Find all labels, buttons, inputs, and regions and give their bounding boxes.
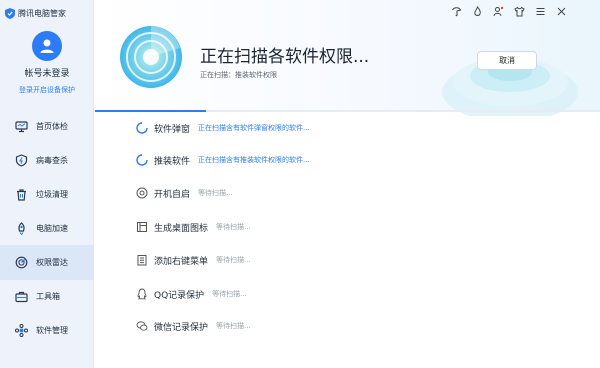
task-name: 软件弹窗 (154, 124, 191, 135)
scan-progress-track (95, 110, 600, 112)
sidebar-item-label: 权限雷达 (36, 258, 68, 267)
scan-progress-fill (95, 110, 207, 112)
context-menu-icon (135, 254, 148, 267)
apps-icon (15, 324, 28, 337)
menu-icon[interactable] (535, 6, 546, 17)
desktop-icon (135, 221, 148, 234)
shield-logo-icon (5, 8, 15, 19)
user-settings-icon[interactable] (493, 6, 504, 17)
window-controls (451, 6, 567, 17)
spinner-icon (135, 122, 148, 135)
trash-icon (15, 188, 28, 201)
toolbox-icon (15, 290, 28, 303)
sidebar-item-label: 工具箱 (36, 292, 60, 301)
task-name: 推装软件 (154, 156, 191, 167)
task-name: 微信记录保护 (154, 322, 209, 333)
task-row-desktop-icon: 生成桌面图标 等待扫描... (135, 219, 251, 235)
task-row-context-menu: 添加右键菜单 等待扫描... (135, 252, 251, 268)
sidebar-item-home-checkup[interactable]: 首页体检 (0, 109, 94, 144)
task-status: 等待扫描... (198, 189, 233, 197)
sidebar: 腾讯电脑管家 帐号未登录 登录开启设备保护 首页体检 病毒查杀 垃圾清理 电脑加… (0, 0, 94, 368)
user-icon (40, 39, 54, 53)
scan-header: 正在扫描各软件权限... 正在扫描：推装软件权限 取消 (95, 0, 600, 116)
sidebar-item-virus-scan[interactable]: 病毒查杀 (0, 143, 94, 178)
sidebar-item-label: 垃圾清理 (36, 190, 68, 199)
sidebar-item-junk-clean[interactable]: 垃圾清理 (0, 177, 94, 212)
shield-bolt-icon (15, 154, 28, 167)
main-panel: 正在扫描各软件权限... 正在扫描：推装软件权限 取消 软件弹窗 正在扫描含有软… (95, 0, 600, 368)
spinner-icon (135, 154, 148, 167)
sidebar-item-speed-up[interactable]: 电脑加速 (0, 211, 94, 246)
task-status: 等待扫描... (216, 256, 251, 264)
close-icon[interactable] (556, 6, 567, 17)
task-name: QQ记录保护 (154, 290, 205, 301)
task-name: 添加右键菜单 (154, 256, 209, 267)
wechat-icon (135, 320, 148, 333)
sidebar-item-label: 病毒查杀 (36, 156, 68, 165)
login-link[interactable]: 登录开启设备保护 (0, 85, 94, 95)
skin-icon[interactable] (451, 6, 462, 17)
task-status: 等待扫描... (216, 223, 251, 231)
task-row-popup: 软件弹窗 正在扫描含有软件弹窗权限的软件... (135, 120, 310, 136)
task-row-bundle-install: 推装软件 正在扫描含有推装软件权限的软件... (135, 152, 310, 168)
account-status: 帐号未登录 (24, 69, 70, 79)
task-name: 生成桌面图标 (154, 223, 209, 234)
brand: 腾讯电脑管家 (5, 8, 66, 19)
task-status: 正在扫描含有软件弹窗权限的软件... (198, 124, 310, 132)
avatar[interactable] (32, 31, 62, 61)
sidebar-item-toolbox[interactable]: 工具箱 (0, 279, 94, 314)
power-icon (135, 187, 148, 200)
app-name: 腾讯电脑管家 (18, 9, 66, 18)
task-status: 等待扫描... (216, 322, 251, 330)
qq-icon (135, 288, 148, 301)
task-row-qq-protect: QQ记录保护 等待扫描... (135, 286, 247, 302)
task-row-wechat-protect: 微信记录保护 等待扫描... (135, 318, 251, 334)
radar-icon (15, 256, 28, 269)
sidebar-item-permission-radar[interactable]: 权限雷达 (0, 245, 94, 280)
flame-icon[interactable] (472, 6, 483, 17)
task-row-startup: 开机自启 等待扫描... (135, 185, 233, 201)
decorative-disc-icon (442, 58, 578, 116)
sidebar-item-label: 首页体检 (36, 122, 68, 131)
task-status: 等待扫描... (212, 290, 247, 298)
scan-subtitle: 正在扫描：推装软件权限 (200, 71, 277, 79)
scanning-radar-icon (120, 26, 182, 88)
rocket-icon (15, 222, 28, 235)
task-status: 正在扫描含有推装软件权限的软件... (198, 156, 310, 164)
monitor-icon (15, 120, 28, 133)
sidebar-item-label: 软件管理 (36, 326, 68, 335)
sidebar-item-label: 电脑加速 (36, 224, 68, 233)
cancel-button[interactable]: 取消 (477, 51, 537, 70)
shirt-icon[interactable] (514, 6, 525, 17)
scan-title: 正在扫描各软件权限... (200, 47, 370, 67)
sidebar-item-software-manager[interactable]: 软件管理 (0, 313, 94, 348)
task-name: 开机自启 (154, 189, 191, 200)
